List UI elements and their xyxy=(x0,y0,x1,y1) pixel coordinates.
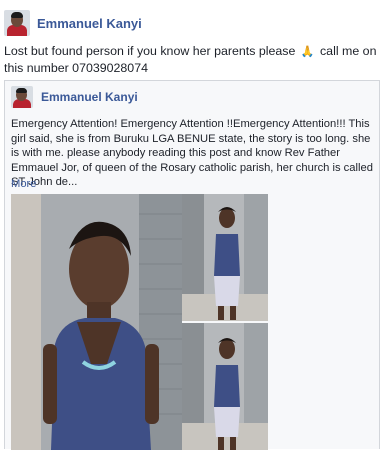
more-link[interactable]: More xyxy=(11,178,37,190)
girl-standing-image xyxy=(182,194,268,321)
main-photo[interactable] xyxy=(11,194,182,450)
post-text-part1: Lost but found person if you know her pa… xyxy=(4,44,296,58)
shared-author-avatar[interactable] xyxy=(11,86,33,108)
girl-portrait-image xyxy=(11,194,182,450)
shared-post-text: Emergency Attention! Emergency Attention… xyxy=(11,118,373,188)
side-photo-bottom[interactable] xyxy=(182,323,268,450)
author-avatar[interactable] xyxy=(4,10,30,36)
praying-hands-icon: 🙏 xyxy=(300,46,315,58)
post-header: Emmanuel Kanyi xyxy=(4,8,142,38)
girl-standing-image-2 xyxy=(182,323,268,450)
post-text: Lost but found person if you know her pa… xyxy=(4,43,378,76)
shared-post[interactable]: Emmanuel Kanyi Emergency Attention! Emer… xyxy=(4,80,380,450)
shared-post-header: Emmanuel Kanyi xyxy=(11,86,138,108)
author-name[interactable]: Emmanuel Kanyi xyxy=(37,16,142,31)
side-photo-top[interactable] xyxy=(182,194,268,321)
shared-author-name[interactable]: Emmanuel Kanyi xyxy=(41,90,138,104)
